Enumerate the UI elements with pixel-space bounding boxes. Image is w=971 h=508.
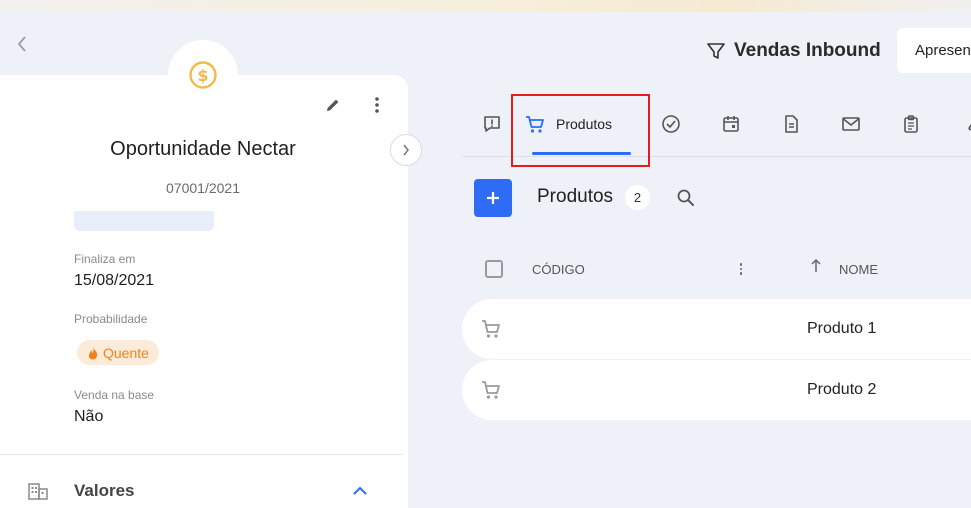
- product-name: Produto 1: [807, 320, 877, 337]
- probability-badge-label: Quente: [103, 344, 149, 361]
- pipeline-name: Vendas Inbound: [734, 40, 881, 61]
- field-label-finaliza: Finaliza em: [74, 252, 136, 266]
- products-title: Produtos: [537, 186, 614, 207]
- column-header-nome[interactable]: NOME: [839, 262, 878, 277]
- opportunity-code: 07001/2021: [166, 180, 240, 196]
- product-name: Produto 2: [807, 381, 877, 398]
- field-value-venda-base: Não: [74, 408, 104, 425]
- opportunity-avatar: $: [168, 40, 238, 110]
- annotation-highlight-box: [511, 94, 650, 167]
- dot: [739, 263, 743, 266]
- section-valores-title: Valores: [74, 481, 135, 500]
- tab-calendar[interactable]: [719, 112, 743, 136]
- more-options-button[interactable]: [366, 94, 388, 116]
- table-row[interactable]: Produto 2: [462, 360, 971, 420]
- field-label-venda-base: Venda na base: [74, 388, 155, 402]
- chevron-left-icon: [17, 36, 26, 52]
- dot: [739, 272, 743, 275]
- tab-documents[interactable]: [779, 112, 803, 136]
- plus-icon: [487, 192, 499, 204]
- search-icon: [677, 189, 694, 206]
- table-row[interactable]: Produto 1: [462, 299, 971, 359]
- field-value-finaliza: 15/08/2021: [74, 272, 155, 289]
- select-all-checkbox[interactable]: [485, 260, 503, 278]
- document-icon: [785, 115, 798, 133]
- partially-hidden-chip: [74, 211, 214, 231]
- edit-button[interactable]: [322, 94, 344, 116]
- flame-icon: [88, 346, 98, 359]
- column-header-codigo[interactable]: CÓDIGO: [532, 262, 585, 277]
- tab-alerts[interactable]: [480, 112, 504, 136]
- column-options-button[interactable]: [735, 260, 747, 278]
- tab-notes[interactable]: [899, 112, 923, 136]
- calendar-icon: [723, 116, 739, 132]
- alert-square-icon: [484, 116, 500, 132]
- arrow-up-icon: [811, 258, 821, 272]
- card-actions: [322, 94, 388, 116]
- more-vertical-icon: [375, 97, 379, 113]
- search-products-button[interactable]: [674, 186, 698, 210]
- probability-badge: Quente: [77, 340, 159, 365]
- svg-text:$: $: [197, 66, 208, 85]
- section-valores[interactable]: Valores: [28, 478, 368, 504]
- building-icon: [28, 483, 48, 500]
- back-button[interactable]: [12, 34, 32, 54]
- chevron-right-icon: [403, 144, 409, 156]
- attachment-icon: [968, 124, 971, 131]
- collapse-panel-button[interactable]: [390, 134, 422, 166]
- tab-email[interactable]: [839, 112, 863, 136]
- cart-icon: [482, 381, 500, 399]
- present-button-label: Apresentar: [915, 42, 971, 59]
- check-circle-icon: [662, 115, 680, 133]
- add-product-button[interactable]: [474, 179, 512, 217]
- field-label-probabilidade: Probabilidade: [74, 312, 148, 326]
- opportunity-title: Oportunidade Nectar: [110, 138, 296, 160]
- mail-icon: [842, 117, 860, 131]
- tab-tasks[interactable]: [659, 112, 683, 136]
- tab-attachments[interactable]: [959, 112, 971, 136]
- filter-icon: [707, 43, 725, 59]
- top-banner-strip: [0, 0, 971, 12]
- cart-icon: [482, 320, 500, 338]
- chevron-up-icon[interactable]: [352, 486, 368, 496]
- sort-button[interactable]: [808, 256, 824, 276]
- clipboard-icon: [904, 115, 918, 133]
- dot: [739, 267, 743, 271]
- dollar-coin-icon: $: [189, 61, 217, 89]
- pipeline-filter[interactable]: Vendas Inbound: [706, 40, 881, 62]
- products-count-badge: 2: [625, 185, 650, 210]
- divider: [0, 454, 403, 455]
- present-button[interactable]: Apresentar: [897, 28, 971, 73]
- pencil-icon: [327, 99, 339, 111]
